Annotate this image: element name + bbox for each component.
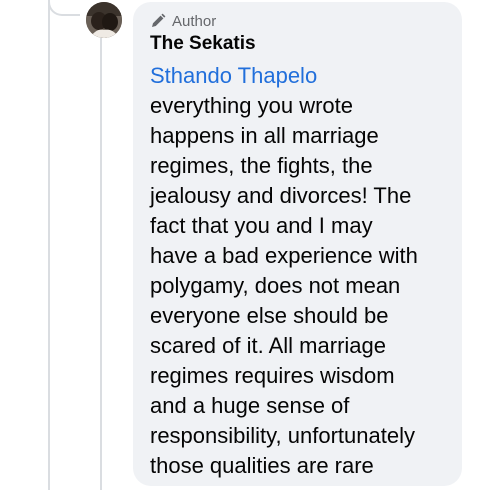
commenter-name[interactable]: The Sekatis xyxy=(150,33,256,55)
comment-line: those qualities are rare xyxy=(150,453,374,478)
mention-link[interactable]: Sthando Thapelo xyxy=(150,61,455,91)
thread-line-reply xyxy=(100,36,102,490)
comment-line: happens in all marriage xyxy=(150,123,379,148)
comment-line: everyone else should be xyxy=(150,303,389,328)
avatar-image xyxy=(86,2,122,38)
comment-line: scared of it. All marriage xyxy=(150,333,386,358)
avatar[interactable] xyxy=(86,2,122,38)
comment-body: Sthando Thapelo everything you wrote hap… xyxy=(150,61,455,481)
comment-line: polygamy, does not mean xyxy=(150,273,401,298)
author-badge: Author xyxy=(150,12,216,30)
comment-line: and a huge sense of xyxy=(150,393,350,418)
thread-connector xyxy=(48,0,80,16)
thread-line-parent xyxy=(48,0,50,490)
comment-bubble: Author The Sekatis Sthando Thapelo every… xyxy=(133,2,462,486)
comment-line: everything you wrote xyxy=(150,93,353,118)
comment-line: regimes, the fights, the xyxy=(150,153,373,178)
comment-line: responsibility, unfortunately xyxy=(150,423,415,448)
author-badge-label: Author xyxy=(172,12,217,30)
pencil-icon xyxy=(150,13,166,29)
comment-line: jealousy and divorces! The xyxy=(150,183,412,208)
comment-line: regimes requires wisdom xyxy=(150,363,395,388)
comment-line: fact that you and I may xyxy=(150,213,373,238)
comment-line: have a bad experience with xyxy=(150,243,418,268)
